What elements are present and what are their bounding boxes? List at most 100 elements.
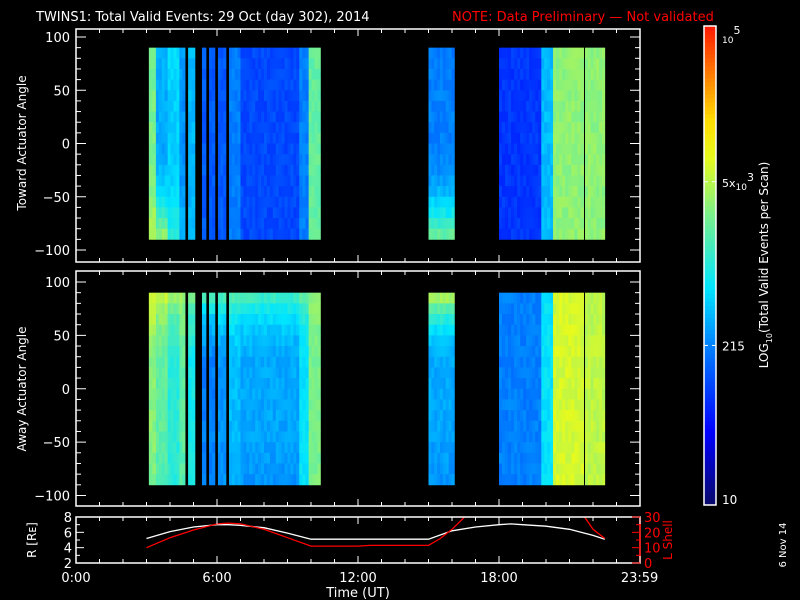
- heatmap-cell: [508, 58, 512, 70]
- heatmap-cell: [568, 378, 572, 390]
- heatmap-cell: [231, 186, 236, 198]
- heatmap-cell: [565, 186, 569, 198]
- heatmap-cell: [293, 378, 297, 390]
- colorbar-cell: [704, 433, 716, 438]
- heatmap-cell: [266, 100, 271, 112]
- heatmap-cell: [529, 47, 533, 59]
- heatmap-cell: [293, 90, 297, 102]
- heatmap-cell: [311, 154, 315, 166]
- heatmap-cell: [311, 388, 315, 400]
- heatmap-cell: [243, 175, 247, 187]
- heatmap-cell: [179, 196, 183, 208]
- heatmap-cell: [593, 388, 597, 400]
- heatmap-cell: [249, 399, 253, 411]
- heatmap-cell: [550, 367, 554, 379]
- heatmap-cell: [287, 399, 291, 411]
- heatmap-cell: [508, 303, 512, 315]
- heatmap-cell: [167, 228, 171, 240]
- heatmap-cell: [550, 186, 554, 198]
- heatmap-cell: [290, 228, 294, 240]
- heatmap-cell: [532, 292, 536, 304]
- heatmap-cell: [302, 68, 306, 80]
- heatmap-cell: [514, 474, 518, 486]
- heatmap-cell: [535, 303, 539, 315]
- heatmap-cell: [596, 431, 600, 443]
- colorbar-cell: [704, 201, 716, 207]
- heatmap-cell: [167, 143, 171, 155]
- heatmap-cell: [290, 79, 294, 91]
- heatmap-cell: [445, 410, 449, 422]
- heatmap-cell: [284, 207, 288, 219]
- colorbar-cell: [704, 233, 716, 239]
- heatmap-cell: [255, 452, 259, 464]
- heatmap-cell: [580, 346, 585, 358]
- heatmap-cell: [231, 100, 236, 112]
- heatmap-cell: [538, 335, 542, 347]
- heatmap-cell: [505, 58, 509, 70]
- heatmap-cell: [505, 218, 509, 230]
- heatmap-cell: [201, 463, 207, 475]
- heatmap-cell: [431, 90, 435, 102]
- heatmap-cell: [568, 442, 572, 454]
- heatmap-cell: [559, 68, 563, 80]
- heatmap-cell: [505, 335, 509, 347]
- heatmap-cell: [255, 47, 259, 59]
- heatmap-cell: [191, 378, 196, 390]
- heatmap-cell: [152, 47, 157, 59]
- heatmap-cell: [511, 122, 515, 134]
- heatmap-cell: [261, 132, 265, 144]
- heatmap-cell: [290, 303, 294, 315]
- heatmap-cell: [278, 378, 283, 390]
- heatmap-cell: [201, 228, 207, 240]
- heatmap-cell: [305, 420, 310, 432]
- heatmap-cell: [158, 47, 163, 59]
- heatmap-cell: [209, 207, 213, 219]
- heatmap-cell: [437, 431, 441, 443]
- heatmap-cell: [445, 79, 449, 91]
- heatmap-cell: [179, 228, 183, 240]
- heatmap-cell: [296, 292, 300, 304]
- heatmap-cell: [223, 186, 227, 198]
- heatmap-cell: [451, 143, 455, 155]
- heatmap-cell: [170, 218, 174, 230]
- heatmap-cell: [302, 111, 306, 123]
- heatmap-cell: [173, 207, 177, 219]
- heatmap-cell: [580, 111, 585, 123]
- heatmap-cell: [223, 100, 227, 112]
- heatmap-cell: [211, 175, 216, 187]
- heatmap-cell: [284, 442, 288, 454]
- heatmap-cell: [287, 196, 291, 208]
- heatmap-cell: [302, 356, 306, 368]
- heatmap-cell: [191, 474, 196, 486]
- heatmap-cell: [434, 164, 438, 176]
- heatmap-cell: [505, 474, 509, 486]
- heatmap-cell: [252, 228, 256, 240]
- heatmap-cell: [243, 218, 247, 230]
- heatmap-cell: [547, 463, 551, 475]
- heatmap-cell: [290, 431, 294, 443]
- heatmap-cell: [296, 431, 300, 443]
- heatmap-cell: [428, 367, 432, 379]
- heatmap-cell: [158, 175, 163, 187]
- heatmap-cell: [308, 410, 312, 422]
- heatmap-cell: [505, 90, 509, 102]
- heatmap-cell: [535, 68, 539, 80]
- heatmap-cell: [179, 58, 183, 70]
- heatmap-cell: [574, 463, 578, 475]
- heatmap-cell: [442, 175, 447, 187]
- heatmap-cell: [601, 442, 606, 454]
- heatmap-cell: [308, 367, 312, 379]
- heatmap-cell: [173, 79, 177, 91]
- heatmap-cell: [246, 303, 250, 315]
- colorbar-cell: [704, 33, 716, 39]
- heatmap-cell: [437, 154, 441, 166]
- heatmap-cell: [505, 122, 509, 134]
- heatmap-cell: [290, 292, 294, 304]
- heatmap-cell: [240, 196, 244, 208]
- heatmap-cell: [243, 431, 247, 443]
- heatmap-cell: [296, 474, 300, 486]
- heatmap-cell: [556, 452, 560, 464]
- heatmap-cell: [264, 431, 268, 443]
- heatmap-cell: [231, 378, 236, 390]
- colorbar-cell: [704, 117, 716, 123]
